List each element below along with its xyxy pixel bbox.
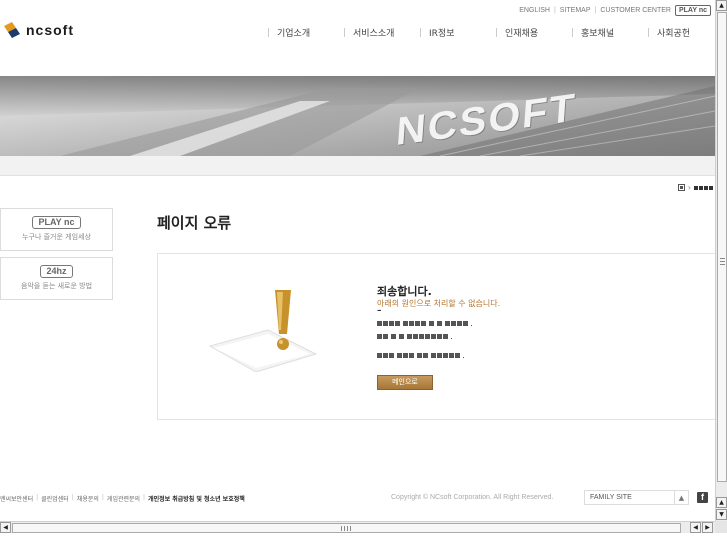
error-reason-line	[377, 352, 464, 358]
nav-label: 홍보채널	[581, 29, 615, 39]
horizontal-scrollbar[interactable]: ◀ ◀ ▶	[0, 521, 715, 533]
nav-item-social[interactable]: 사회공헌	[648, 26, 708, 39]
footer-link-game-inquiry[interactable]: 게임관련문의	[107, 494, 140, 503]
footer-link-recruit[interactable]: 채용문의	[77, 494, 99, 503]
util-link-sitemap[interactable]: SITEMAP	[560, 7, 591, 14]
scroll-up-icon[interactable]: ▲	[716, 0, 727, 11]
breadcrumb: ›	[677, 183, 713, 192]
nav-label: 서비스소개	[353, 29, 395, 39]
plaync-logo: PLAY nc	[32, 216, 81, 229]
nav-item-careers[interactable]: 인재채용	[496, 26, 572, 39]
logo-text: ncsoft	[26, 22, 74, 38]
family-site-select[interactable]: FAMILY SITE ▲	[584, 490, 689, 505]
util-sep: |	[594, 7, 597, 14]
footer-sep: |	[101, 494, 104, 501]
home-icon[interactable]	[677, 184, 685, 191]
vertical-scroll-thumb[interactable]	[717, 12, 727, 482]
scroll-up-icon[interactable]: ▲	[716, 497, 727, 508]
nav-item-ir[interactable]: IR정보	[420, 26, 496, 39]
side-banner-24hz[interactable]: 24hz 음악을 듣는 새로운 방법	[0, 257, 113, 300]
hero-banner: NCSOFT	[0, 76, 715, 156]
chevron-right-icon: ›	[687, 183, 691, 192]
footer-link-privacy[interactable]: 개인정보 취급방침 및 청소년 보호정책	[148, 494, 245, 503]
page-title: 페이지 오류	[157, 214, 232, 232]
nav-label: 기업소개	[277, 29, 311, 39]
nav-divider	[344, 28, 345, 37]
error-heading: 죄송합니다.	[377, 285, 432, 298]
ncsoft-logo[interactable]: ncsoft	[4, 22, 74, 38]
nav-divider	[648, 28, 649, 37]
utility-nav: ENGLISH | SITEMAP | CUSTOMER CENTER PLAY…	[519, 5, 711, 16]
breadcrumb-current	[694, 185, 713, 190]
error-subheading: 아래의 원인으로 처리할 수 없습니다.	[377, 299, 501, 308]
error-dash: –	[377, 306, 382, 316]
nav-label: IR정보	[429, 29, 455, 39]
24hz-logo: 24hz	[40, 265, 73, 278]
nav-item-company[interactable]: 기업소개	[268, 26, 344, 39]
horizontal-scroll-thumb[interactable]	[12, 523, 681, 533]
nav-divider	[572, 28, 573, 37]
scroll-right-icon[interactable]: ▶	[702, 522, 713, 533]
util-link-customer-center[interactable]: CUSTOMER CENTER	[600, 7, 671, 14]
scrollbar-corner	[715, 521, 727, 533]
nav-label: 인재채용	[505, 29, 539, 39]
error-reason-line	[377, 320, 472, 326]
global-nav: 기업소개 서비스소개 IR정보 인재채용 홍보채널 사회공헌	[268, 26, 708, 39]
error-reason-line	[377, 333, 452, 339]
family-site-label: FAMILY SITE	[590, 494, 632, 501]
footer-sep: |	[36, 494, 39, 501]
facebook-icon[interactable]: f	[697, 492, 708, 503]
footer-link-security[interactable]: 엔씨보안센터	[0, 494, 33, 503]
scroll-down-icon[interactable]: ▼	[716, 509, 727, 520]
footer-links: 엔씨보안센터 | 클린업센터 | 채용문의 | 게임관련문의 | 개인정보 취급…	[0, 494, 245, 503]
nav-item-pr[interactable]: 홍보채널	[572, 26, 648, 39]
error-box: 죄송합니다. 아래의 원인으로 처리할 수 없습니다. – 메인으로	[157, 253, 717, 420]
nav-label: 사회공헌	[657, 29, 691, 39]
side-banner-caption: 누구나 즐거운 게임세상	[22, 233, 91, 241]
side-banner-caption: 음악을 듣는 새로운 방법	[20, 282, 93, 290]
banner-image	[0, 76, 715, 156]
footer-sep: |	[71, 494, 74, 501]
vertical-scrollbar[interactable]: ▲ ▲ ▼	[715, 0, 727, 521]
nav-item-service[interactable]: 서비스소개	[344, 26, 420, 39]
exclamation-icon	[208, 290, 318, 372]
logo-mark-icon	[4, 22, 20, 38]
chevron-up-icon: ▲	[674, 491, 688, 504]
footer-link-cleanup[interactable]: 클린업센터	[41, 494, 69, 503]
side-banner-plaync[interactable]: PLAY nc 누구나 즐거운 게임세상	[0, 208, 113, 251]
copyright: Copyright © NCsoft Corporation. All Righ…	[391, 494, 554, 501]
util-sep: |	[553, 7, 556, 14]
banner-strip	[0, 156, 715, 176]
nav-divider	[496, 28, 497, 37]
nav-divider	[420, 28, 421, 37]
util-link-english[interactable]: ENGLISH	[519, 7, 550, 14]
footer-sep: |	[143, 494, 146, 501]
play-nc-link[interactable]: PLAY nc	[674, 5, 711, 16]
scroll-left-icon[interactable]: ◀	[0, 522, 11, 533]
nav-divider	[268, 28, 269, 37]
scroll-left-icon[interactable]: ◀	[690, 522, 701, 533]
go-main-button[interactable]: 메인으로	[377, 375, 433, 390]
